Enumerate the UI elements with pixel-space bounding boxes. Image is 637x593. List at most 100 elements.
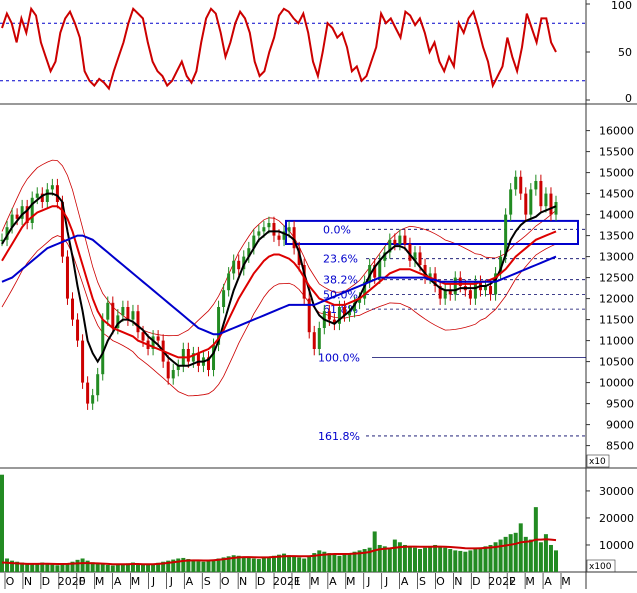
price-tick-label: 13000 (599, 251, 634, 264)
volume-bar (25, 563, 30, 572)
price-candle-body (222, 290, 226, 307)
price-candle-body (287, 227, 291, 232)
volume-bar (478, 547, 483, 572)
volume-bar (458, 550, 463, 572)
volume-tick-label: 30000 (599, 485, 634, 498)
volume-bar (307, 555, 312, 572)
price-tick-label: 8500 (606, 440, 634, 453)
volume-bar (241, 556, 246, 572)
time-tick-label: F (509, 575, 515, 588)
price-candle-body (257, 231, 261, 236)
price-candle-body (554, 202, 558, 215)
price-candle-body (398, 235, 402, 244)
volume-bar (332, 554, 337, 572)
volume-bar (327, 553, 332, 572)
price-candle-body (403, 235, 407, 244)
price-candle-body (186, 349, 190, 362)
time-tick-label: N (24, 575, 32, 588)
price-tick-label: 11500 (599, 314, 634, 327)
volume-bar (503, 536, 508, 572)
price-candle-body (55, 185, 59, 202)
price-candle-body (267, 223, 271, 228)
price-candle-body (237, 260, 241, 270)
time-tick-label: S (204, 575, 211, 588)
time-tick-label: A (329, 575, 337, 588)
volume-bar (266, 556, 271, 572)
price-candle-body (106, 302, 110, 320)
fibonacci-level-label: 38.2% (323, 274, 358, 287)
volume-bar (443, 547, 448, 572)
volume-bar (55, 565, 60, 572)
price-scale-note: x10 (589, 457, 606, 467)
time-tick-label: S (419, 575, 426, 588)
volume-bar (347, 553, 352, 572)
price-candle-body (101, 319, 105, 375)
time-tick-label: J (384, 575, 388, 588)
price-candle-body (196, 353, 200, 366)
volume-bar (342, 554, 347, 572)
time-tick-label: M (346, 575, 356, 588)
time-tick-label: J (151, 575, 155, 588)
price-candle-body (514, 176, 518, 190)
price-candle-body (141, 332, 145, 341)
volume-bar (75, 559, 80, 572)
volume-bar (407, 546, 412, 572)
price-candle-body (232, 260, 236, 274)
price-candle-body (317, 328, 321, 349)
price-tick-label: 11000 (599, 335, 634, 348)
volume-bar (468, 550, 473, 572)
time-tick-label: A (401, 575, 409, 588)
volume-bar (337, 555, 342, 572)
oscillator-line (1, 6, 557, 91)
oscillator-panel (0, 6, 586, 91)
price-candle-body (327, 311, 331, 320)
volume-bar (201, 561, 206, 572)
price-tick-label: 12500 (599, 272, 634, 285)
long-moving-average-line (1, 234, 557, 336)
price-candle-body (50, 185, 54, 190)
price-candle-body (227, 273, 231, 291)
time-tick-label: D (257, 575, 265, 588)
volume-bar (382, 546, 387, 572)
volume-bar (271, 555, 276, 572)
chart-svg: 0.0%23.6%38.2%50.0%61.8%100.0%161.8% 100… (0, 0, 637, 589)
price-candle-body (443, 290, 447, 299)
volume-bar (488, 544, 493, 572)
price-candle-body (272, 223, 276, 236)
price-candle-body (539, 181, 543, 207)
volume-bar (251, 558, 256, 572)
volume-bar (141, 564, 146, 572)
volume-bar (548, 544, 553, 572)
price-tick-label: 14000 (599, 209, 634, 222)
price-candle-body (544, 193, 548, 207)
volume-tick-label: 10000 (599, 539, 634, 552)
price-tick-label: 15500 (599, 146, 634, 159)
volume-bar (30, 564, 35, 572)
time-tick-label: J (366, 575, 370, 588)
fibonacci-level-label: 0.0% (323, 223, 351, 236)
volume-bar (392, 539, 397, 572)
volume-bar (246, 557, 251, 572)
price-candle-body (453, 277, 457, 295)
volume-bar (317, 550, 322, 572)
volume-bar (428, 546, 433, 572)
price-candle-body (35, 193, 39, 198)
price-candle-body (468, 290, 472, 299)
price-tick-label: 15000 (599, 167, 634, 180)
volume-bar (418, 549, 423, 572)
volume-bar (292, 556, 297, 572)
price-candle-body (524, 193, 528, 215)
price-candle-body (76, 319, 80, 341)
volume-bar (135, 563, 140, 572)
price-tick-label: 16000 (599, 125, 634, 138)
volume-bar (538, 542, 543, 572)
fibonacci-level-label: 161.8% (318, 430, 360, 443)
volume-bar (256, 559, 261, 572)
volume-bar (302, 558, 307, 572)
price-candle-body (91, 395, 95, 404)
price-tick-label: 10000 (599, 377, 634, 390)
volume-tick-label: 20000 (599, 512, 634, 525)
oscillator-tick-label: 0 (625, 92, 632, 105)
volume-bar (50, 564, 55, 572)
time-tick-label: N (454, 575, 462, 588)
